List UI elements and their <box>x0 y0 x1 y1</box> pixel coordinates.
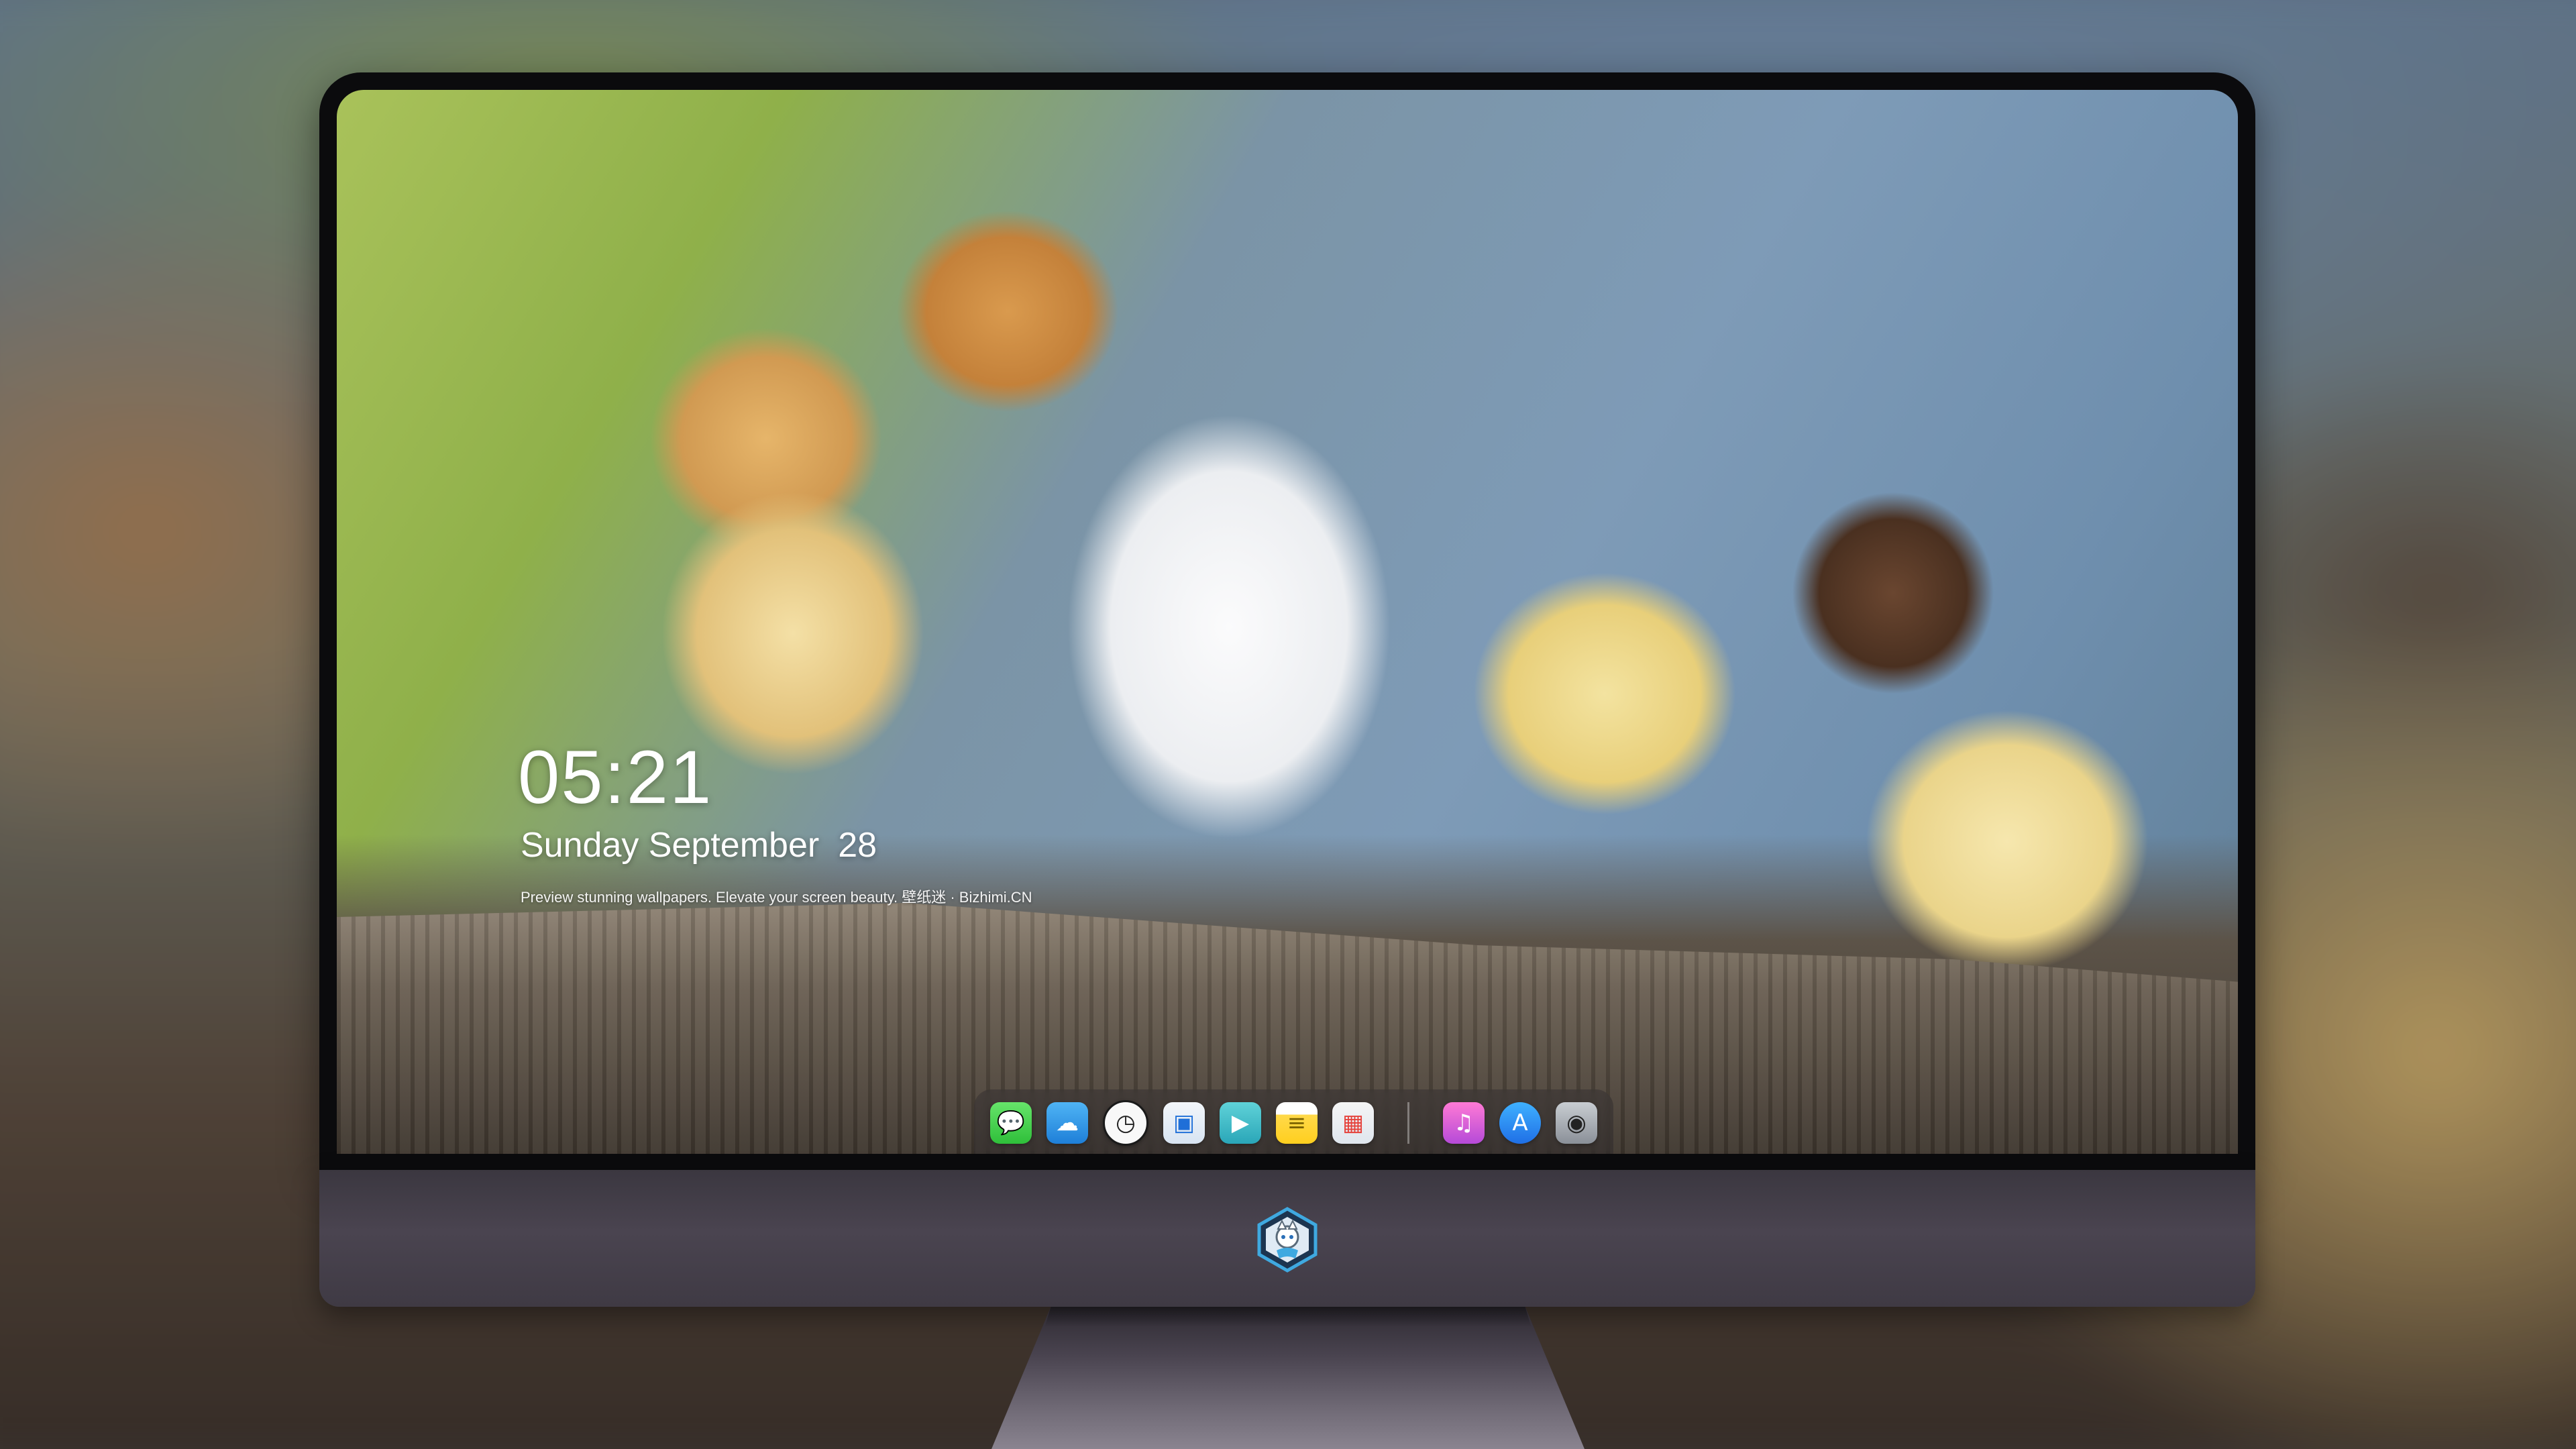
brand-logo-icon <box>1257 1207 1318 1273</box>
weather-icon[interactable]: ☁ <box>1046 1102 1088 1144</box>
messages-icon[interactable]: 💬 <box>990 1102 1032 1144</box>
dock: 💬 ☁ ◷ ▣ ▶ ≡ ▦ ♫ A ◉ <box>974 1089 1613 1154</box>
video-icon[interactable]: ▶ <box>1220 1102 1261 1144</box>
dock-separator <box>1407 1102 1409 1144</box>
clock-icon[interactable]: ◷ <box>1103 1100 1148 1146</box>
date-text: Sunday September <box>521 826 820 865</box>
monitor-stand-shade <box>1044 1307 1532 1327</box>
lock-screen[interactable]: 05:21 Sunday September 28 Preview stunnin… <box>337 90 2238 1154</box>
monitor: 05:21 Sunday September 28 Preview stunnin… <box>319 72 2255 1307</box>
monitor-bezel: 05:21 Sunday September 28 Preview stunnin… <box>319 72 2255 1170</box>
date-day-number: 28 <box>838 826 877 865</box>
wallpaper-tagline: Preview stunning wallpapers. Elevate you… <box>521 889 1032 906</box>
monitor-stand <box>991 1307 1585 1449</box>
notes-icon[interactable]: ≡ <box>1276 1102 1318 1144</box>
app-store-icon[interactable]: A <box>1499 1102 1541 1144</box>
stage: 05:21 Sunday September 28 Preview stunnin… <box>0 0 2576 1449</box>
preview-icon[interactable]: ▣ <box>1163 1102 1205 1144</box>
music-icon[interactable]: ♫ <box>1443 1102 1485 1144</box>
lock-date: Sunday September 28 <box>521 825 877 865</box>
lock-clock: 05:21 <box>518 735 713 819</box>
store-icon[interactable]: ▦ <box>1332 1102 1374 1144</box>
camera-icon[interactable]: ◉ <box>1556 1102 1597 1144</box>
